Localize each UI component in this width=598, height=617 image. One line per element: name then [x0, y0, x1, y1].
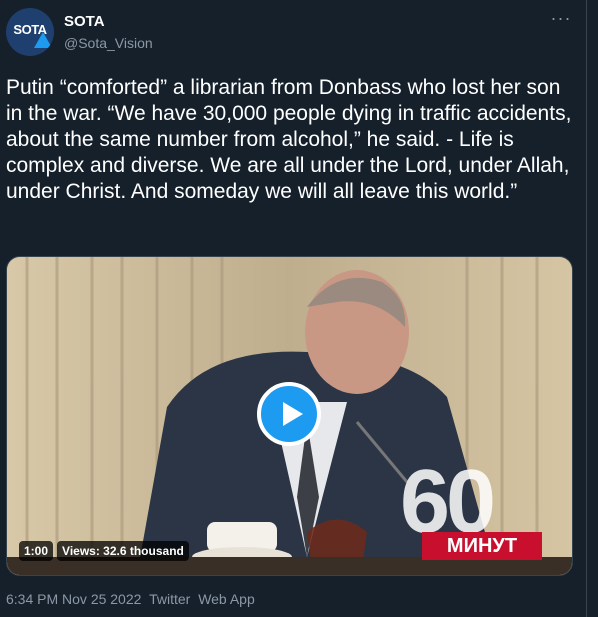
more-dots-icon: ···: [550, 8, 572, 28]
channel-logo-label: МИНУТ: [422, 532, 542, 560]
video-duration: 1:00: [19, 541, 54, 561]
tweet-source-webapp: Web App: [198, 591, 255, 607]
video-badges: 1:00 Views: 32.6 thousand: [19, 541, 189, 561]
play-button[interactable]: [257, 382, 321, 446]
tweet-meta: 6:34 PM Nov 25 2022 Twitter Web App: [6, 591, 259, 607]
author-name[interactable]: SOTA: [64, 13, 105, 30]
more-options-button[interactable]: ···: [547, 8, 575, 30]
video-views: Views: 32.6 thousand: [57, 541, 189, 561]
tweet-timestamp[interactable]: 6:34 PM Nov 25 2022: [6, 591, 141, 607]
column-divider: [586, 0, 587, 617]
tweet-text: Putin “comforted” a librarian from Donba…: [6, 76, 572, 203]
tweet-source-twitter: Twitter: [149, 591, 191, 607]
author-handle[interactable]: @Sota_Vision: [64, 35, 153, 51]
video-player[interactable]: 60 МИНУТ 1:00 Views: 32.6 thousand: [6, 256, 573, 576]
play-icon: [283, 402, 303, 426]
avatar[interactable]: SOTA: [6, 8, 54, 56]
tweet-card: SOTA SOTA @Sota_Vision ··· Putin “comfor…: [0, 0, 586, 617]
avatar-triangle-icon: [34, 32, 52, 48]
